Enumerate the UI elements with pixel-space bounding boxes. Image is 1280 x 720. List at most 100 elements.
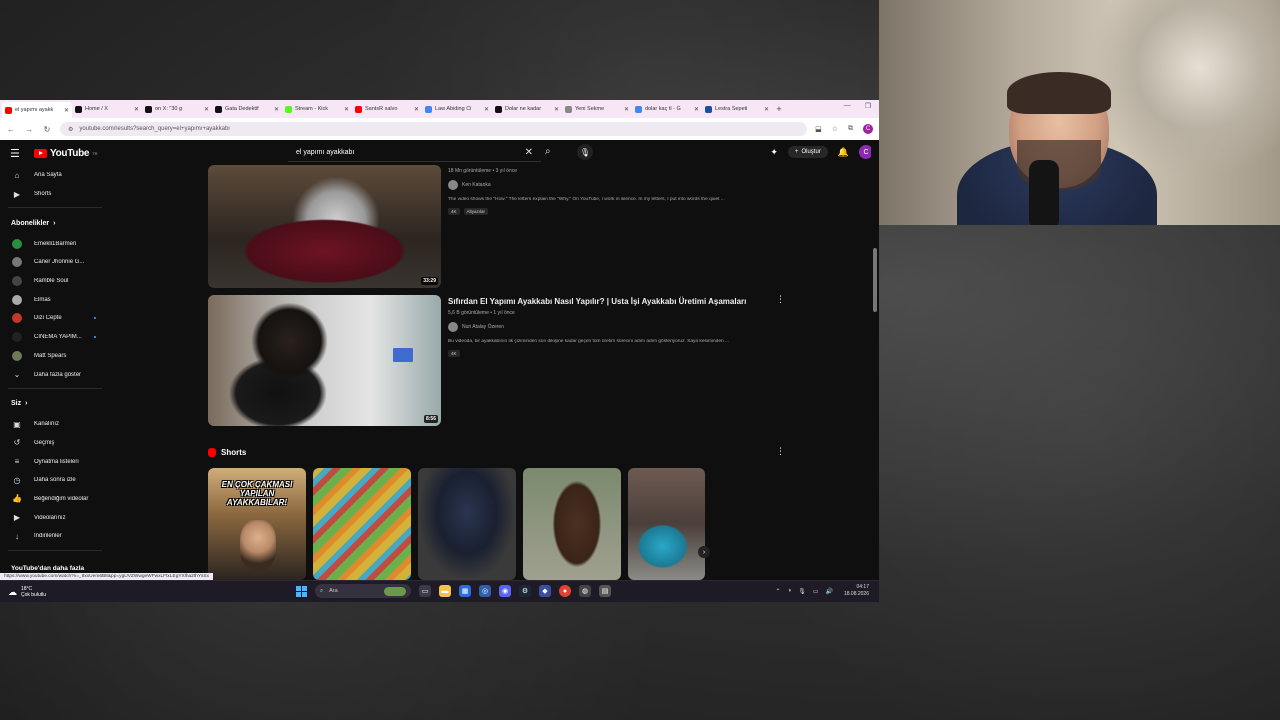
more-options-icon[interactable]: ⋮ (776, 294, 785, 305)
file-explorer-icon[interactable]: ▬ (439, 585, 451, 597)
profile-avatar[interactable]: C (863, 124, 873, 134)
page-scrollbar[interactable] (871, 140, 879, 580)
sidebar-item-home[interactable]: ⌂ Ana Sayfa (0, 166, 110, 185)
microphone-icon[interactable]: 🎙 (798, 588, 806, 595)
tab-close-icon[interactable]: ✕ (554, 106, 559, 113)
search-icon[interactable]: ⌕ (545, 146, 551, 157)
taskbar-search[interactable]: ⌕ Ara (315, 584, 411, 598)
new-tab-button[interactable]: + (772, 104, 786, 114)
short-item[interactable] (628, 468, 705, 580)
app-icon[interactable]: ▤ (599, 585, 611, 597)
subscription-item[interactable]: Caner Jhonnie G... (0, 253, 110, 272)
restore-icon[interactable]: ❐ (865, 102, 871, 110)
tab-close-icon[interactable]: ✕ (624, 106, 629, 113)
browser-tab[interactable]: el yapımı ayakk ✕ (2, 102, 72, 118)
minimize-icon[interactable]: — (844, 102, 851, 110)
tab-close-icon[interactable]: ✕ (64, 107, 69, 114)
steam-icon[interactable]: ⚙ (519, 585, 531, 597)
video-channel[interactable]: Nuri Atalay Özeren (448, 322, 788, 332)
cast-icon[interactable]: ✦ (770, 147, 778, 158)
scrollbar-thumb[interactable] (873, 248, 877, 312)
tab-close-icon[interactable]: ✕ (274, 106, 279, 113)
tray-app-icon[interactable]: ◑ (788, 588, 792, 594)
sidebar-item-downloads[interactable]: ↓ İndirilenler (0, 527, 110, 546)
video-thumbnail[interactable]: 33:29 (208, 165, 441, 288)
volume-icon[interactable]: 🔊 (825, 588, 832, 595)
clear-search-icon[interactable]: ✕ (525, 147, 533, 158)
show-more-button[interactable]: ⌄ Daha fazla göster (0, 365, 110, 384)
extensions-icon[interactable]: ⧉ (848, 125, 853, 133)
url-input[interactable]: ⚙ youtube.com/results?search_query=el+ya… (60, 122, 808, 136)
edge-icon[interactable]: ◎ (479, 585, 491, 597)
network-icon[interactable]: ▭ (813, 588, 819, 595)
clock[interactable]: 04:17 18.08.2026 (844, 584, 869, 598)
tab-favicon-icon (565, 105, 572, 113)
windows-start-icon[interactable] (296, 585, 307, 597)
notifications-bell-icon[interactable]: 🔔 (838, 147, 849, 158)
short-item[interactable] (313, 468, 411, 580)
video-result[interactable]: 33:29 18 Mn görüntüleme • 3 yıl önce Ken… (208, 165, 788, 288)
obs-icon[interactable]: ◍ (579, 585, 591, 597)
tab-close-icon[interactable]: ✕ (484, 106, 489, 113)
video-result[interactable]: 8:56 Sıfırdan El Yapımı Ayakkabı Nasıl Y… (208, 295, 788, 426)
chevron-right-icon[interactable]: › (698, 546, 710, 558)
subscription-item[interactable]: CİNEMA YAPIM... (0, 328, 110, 347)
subscriptions-header[interactable]: Abonelikler › (0, 212, 110, 234)
browser-tab[interactable]: Law Abiding Ci ✕ (422, 102, 492, 116)
sidebar-item-watch-later[interactable]: ◷ Daha sonra izle (0, 471, 110, 490)
short-item[interactable] (418, 468, 516, 580)
tab-close-icon[interactable]: ✕ (134, 106, 139, 113)
subscription-item[interactable]: Elmas (0, 290, 110, 309)
install-icon[interactable]: ⬓ (815, 125, 822, 133)
forward-icon[interactable]: → (24, 125, 34, 134)
subscription-item[interactable]: Emekli1Barmen (0, 234, 110, 253)
site-info-icon[interactable]: ⚙ (68, 126, 73, 133)
reload-icon[interactable]: ↻ (42, 125, 52, 134)
search-input[interactable]: el yapımı ayakkabı ✕ (288, 144, 541, 162)
youtube-logo[interactable]: YouTube TR (34, 148, 98, 159)
browser-tab[interactable]: Gata Dedektif ✕ (212, 102, 282, 116)
subscription-item[interactable]: Matt Spears (0, 347, 110, 366)
sidebar-item-shorts[interactable]: ▶ Shorts (0, 185, 110, 204)
browser-tab[interactable]: on X: "30 g ✕ (142, 102, 212, 116)
short-item[interactable] (523, 468, 621, 580)
you-header[interactable]: Siz › (0, 393, 110, 415)
sidebar-item-playlists[interactable]: ≡ Oynatma listeleri (0, 452, 110, 471)
chevron-up-icon[interactable]: ⌃ (776, 588, 781, 595)
browser-tab[interactable]: Lestra Sepeti ✕ (702, 102, 772, 116)
back-icon[interactable]: ← (6, 125, 16, 134)
menu-icon[interactable]: ☰ (10, 147, 26, 160)
browser-tab[interactable]: Home / X ✕ (72, 102, 142, 116)
subscription-item[interactable]: Dizi Cepte (0, 309, 110, 328)
video-title[interactable]: Sıfırdan El Yapımı Ayakkabı Nasıl Yapılı… (448, 297, 788, 307)
browser-tab[interactable]: Dolar ne kadar ✕ (492, 102, 562, 116)
store-icon[interactable]: ▦ (459, 585, 471, 597)
browser-tab[interactable]: SantsR salvo ✕ (352, 102, 422, 116)
tab-close-icon[interactable]: ✕ (344, 106, 349, 113)
browser-tab[interactable]: Stream - Kick ✕ (282, 102, 352, 116)
sidebar-item-your-channel[interactable]: ▣ Kanalınız (0, 415, 110, 434)
sidebar-item-your-videos[interactable]: ▶ Videolarınız (0, 508, 110, 527)
video-thumbnail[interactable]: 8:56 (208, 295, 441, 426)
app-icon[interactable]: ◆ (539, 585, 551, 597)
sidebar-item-liked-videos[interactable]: 👍 Beğendiğim videolar (0, 490, 110, 509)
browser-tab[interactable]: dolar kaç tl - G ✕ (632, 102, 702, 116)
watch-later-icon: ◷ (13, 475, 21, 485)
browser-tab[interactable]: Yeni Sekme ✕ (562, 102, 632, 116)
sidebar-item-history[interactable]: ↺ Geçmiş (0, 434, 110, 453)
task-view-icon[interactable]: ▭ (419, 585, 431, 597)
short-item[interactable]: EN ÇOK ÇAKMASI YAPILAN AYAKKABILAR! (208, 468, 306, 580)
discord-icon[interactable]: ◉ (499, 585, 511, 597)
tab-close-icon[interactable]: ✕ (694, 106, 699, 113)
chrome-icon[interactable]: ● (559, 585, 571, 597)
microphone-icon[interactable]: 🎙 (577, 144, 593, 160)
create-button[interactable]: + Oluştur (787, 146, 828, 158)
more-options-icon[interactable]: ⋮ (776, 446, 785, 457)
tab-close-icon[interactable]: ✕ (204, 106, 209, 113)
tab-close-icon[interactable]: ✕ (414, 106, 419, 113)
weather-widget[interactable]: ☁ 18°C Çok bulutlu (8, 586, 46, 598)
bookmark-star-icon[interactable]: ☆ (832, 125, 838, 133)
subscription-item[interactable]: Ramble Soul (0, 272, 110, 291)
video-channel[interactable]: Ken Kataoka (448, 180, 788, 190)
tab-close-icon[interactable]: ✕ (764, 106, 769, 113)
